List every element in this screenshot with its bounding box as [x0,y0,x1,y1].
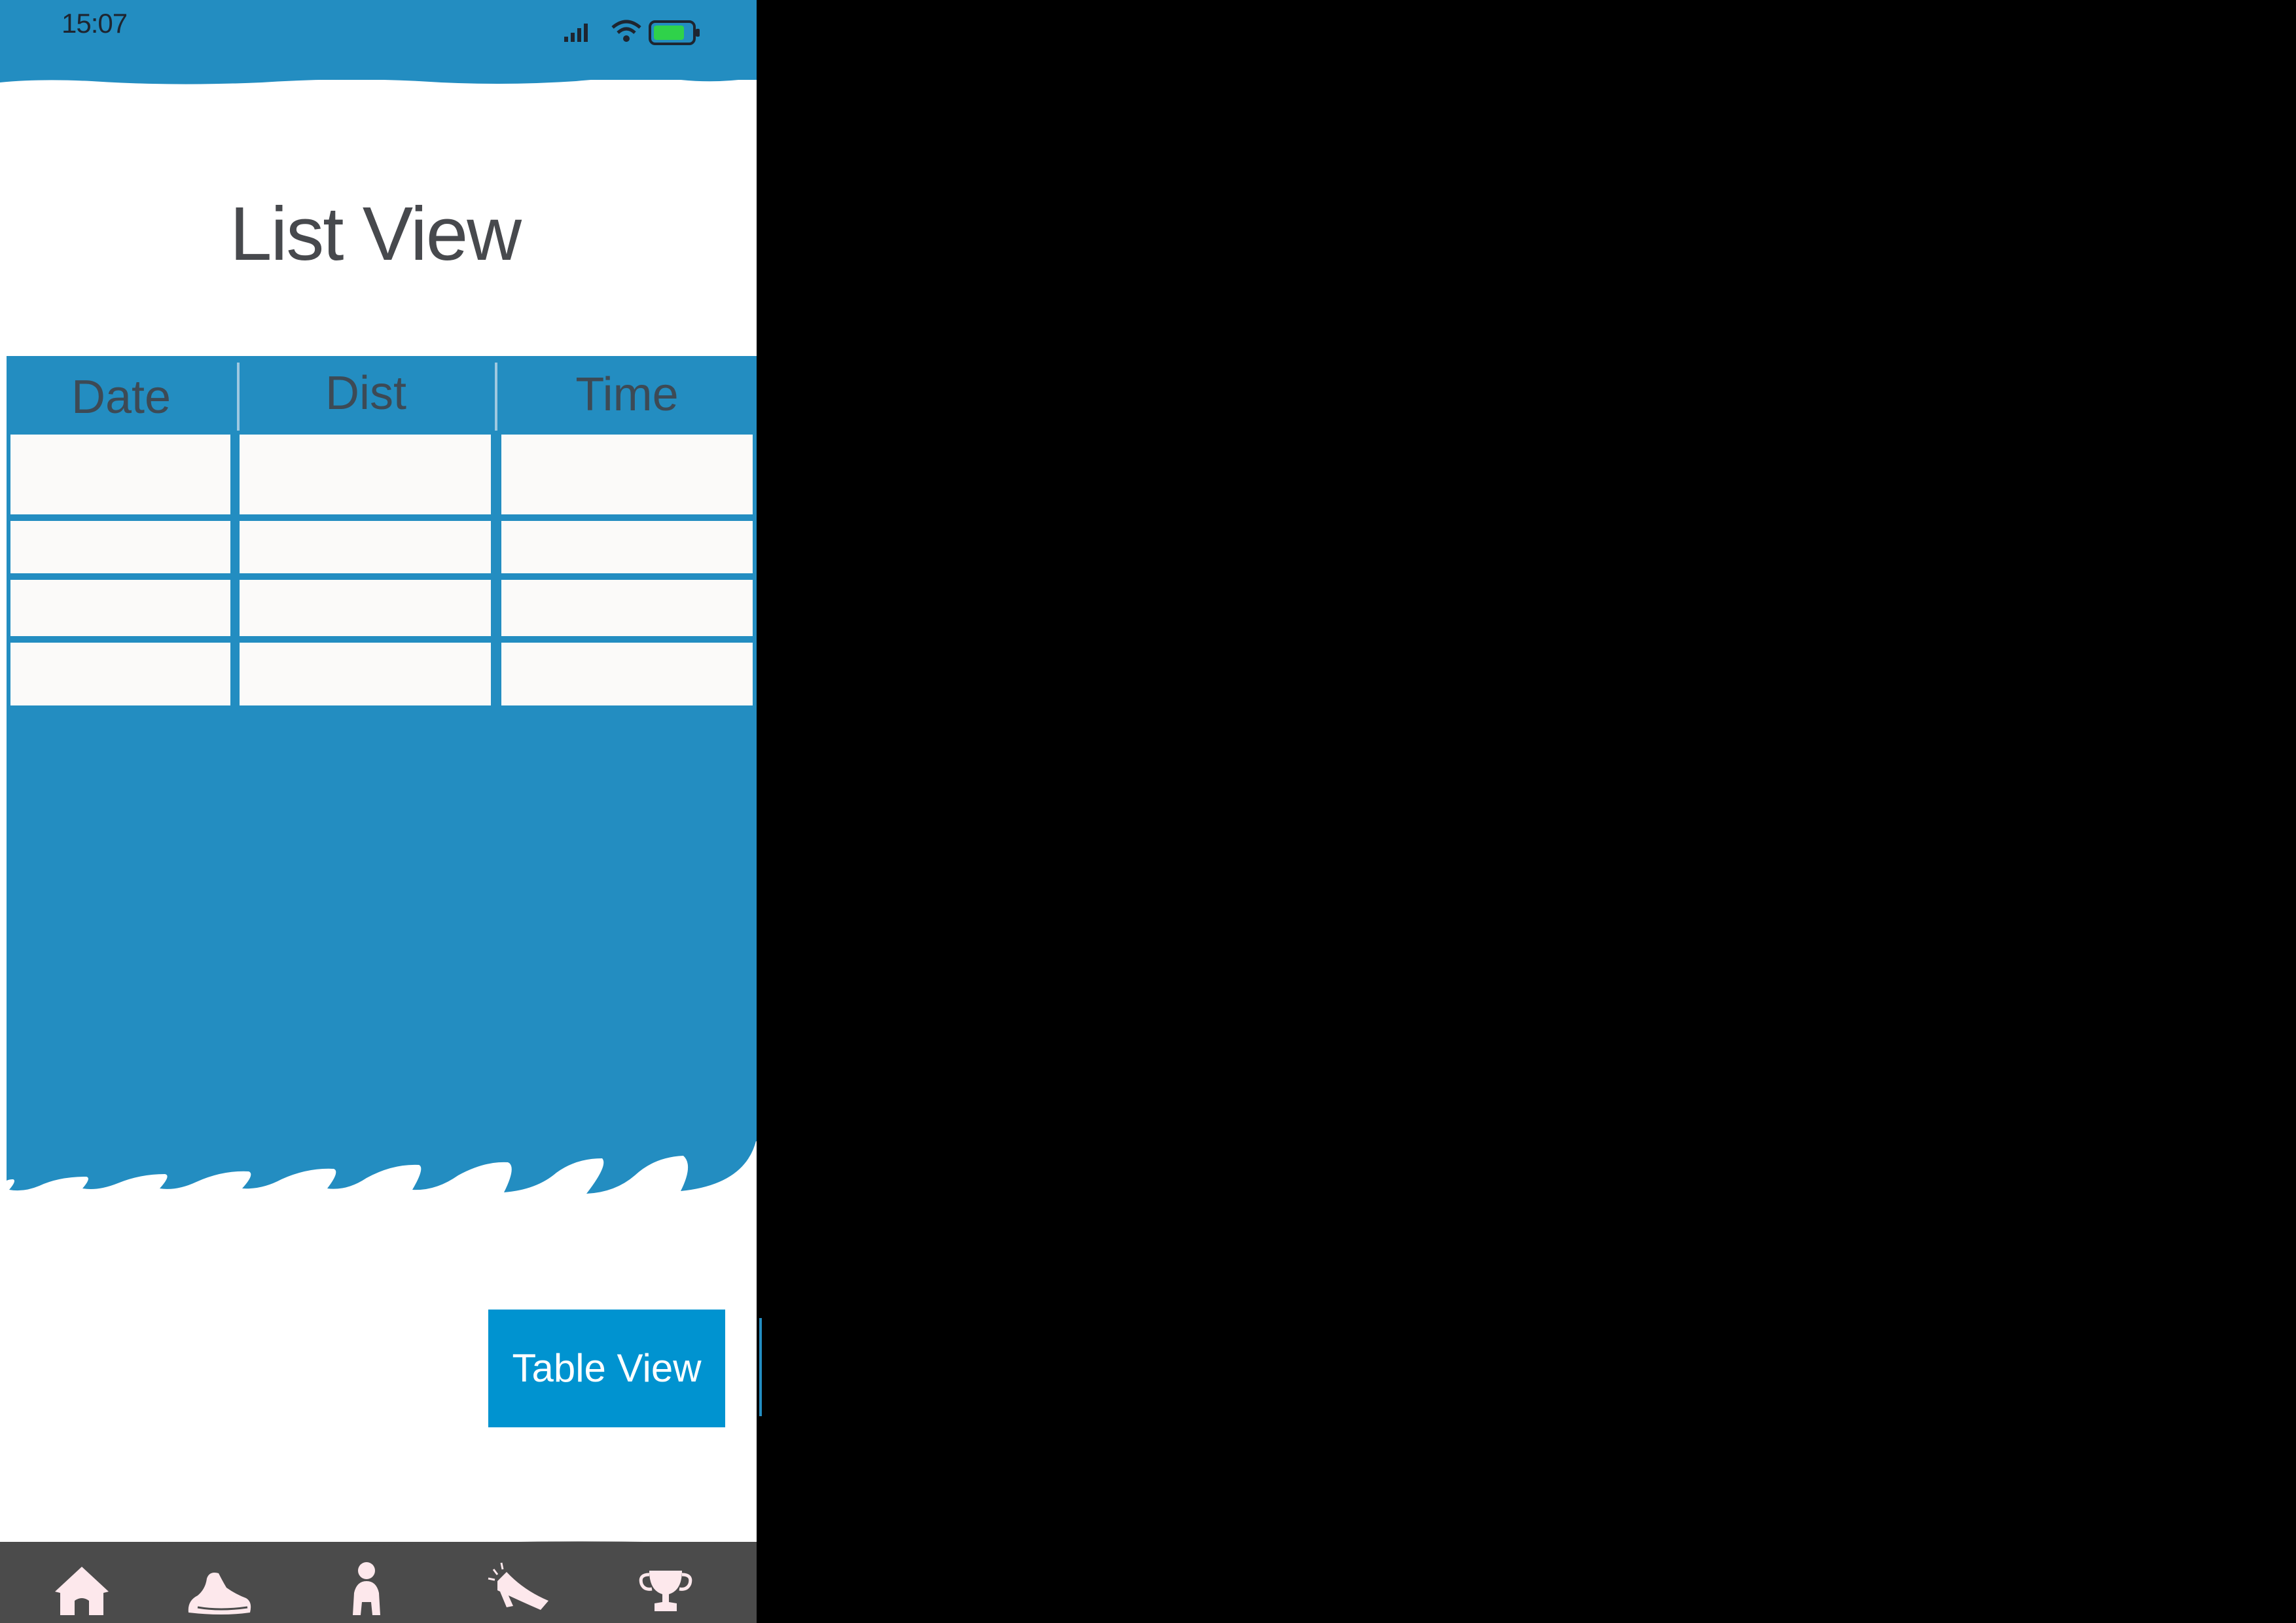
tab-achievements[interactable] [630,1555,702,1620]
table-cell-date[interactable] [10,521,230,573]
divider-line [759,1318,762,1416]
column-header-dist[interactable]: Dist [238,356,493,431]
table-cell-time[interactable] [501,521,753,573]
screen: 15:07 List View Date Dist Time Table Vie… [0,0,2296,1623]
phone-screen: 15:07 List View Date Dist Time Table Vie… [0,0,757,1623]
table-header: Date Dist Time [7,356,757,431]
table-cell-time[interactable] [501,580,753,636]
table-cell-dist[interactable] [240,521,491,573]
wave-decoration [7,1113,757,1194]
status-bar: 15:07 [0,0,757,84]
table-cell-time[interactable] [501,643,753,705]
table-cell-dist[interactable] [240,643,491,705]
tab-profile[interactable] [331,1555,403,1620]
page-title: List View [229,191,522,276]
megaphone-icon [488,1562,548,1610]
tab-bar [0,1541,757,1623]
column-header-date[interactable]: Date [7,356,236,435]
cellular-signal-icon [564,24,588,42]
tab-home[interactable] [46,1555,118,1620]
table-cell-dist[interactable] [240,580,491,636]
tab-bar-torn-edge [0,1541,757,1556]
table-cell-time[interactable] [501,435,753,514]
battery-icon [649,20,700,45]
table-cell-date[interactable] [10,435,230,514]
trophy-icon [639,1571,692,1611]
running-shoe-icon [188,1573,251,1614]
table-cell-dist[interactable] [240,435,491,514]
status-time: 15:07 [62,8,128,39]
home-icon [55,1567,109,1615]
status-icons [563,12,707,51]
person-icon [353,1562,380,1615]
data-table: Date Dist Time [7,356,757,1141]
table-cell-date[interactable] [10,643,230,705]
tab-activity[interactable] [183,1555,255,1620]
table-cell-date[interactable] [10,580,230,636]
tab-announcements[interactable] [478,1555,550,1620]
wifi-icon [611,20,641,42]
column-header-time[interactable]: Time [497,356,757,432]
table-view-button[interactable]: Table View [488,1310,725,1427]
